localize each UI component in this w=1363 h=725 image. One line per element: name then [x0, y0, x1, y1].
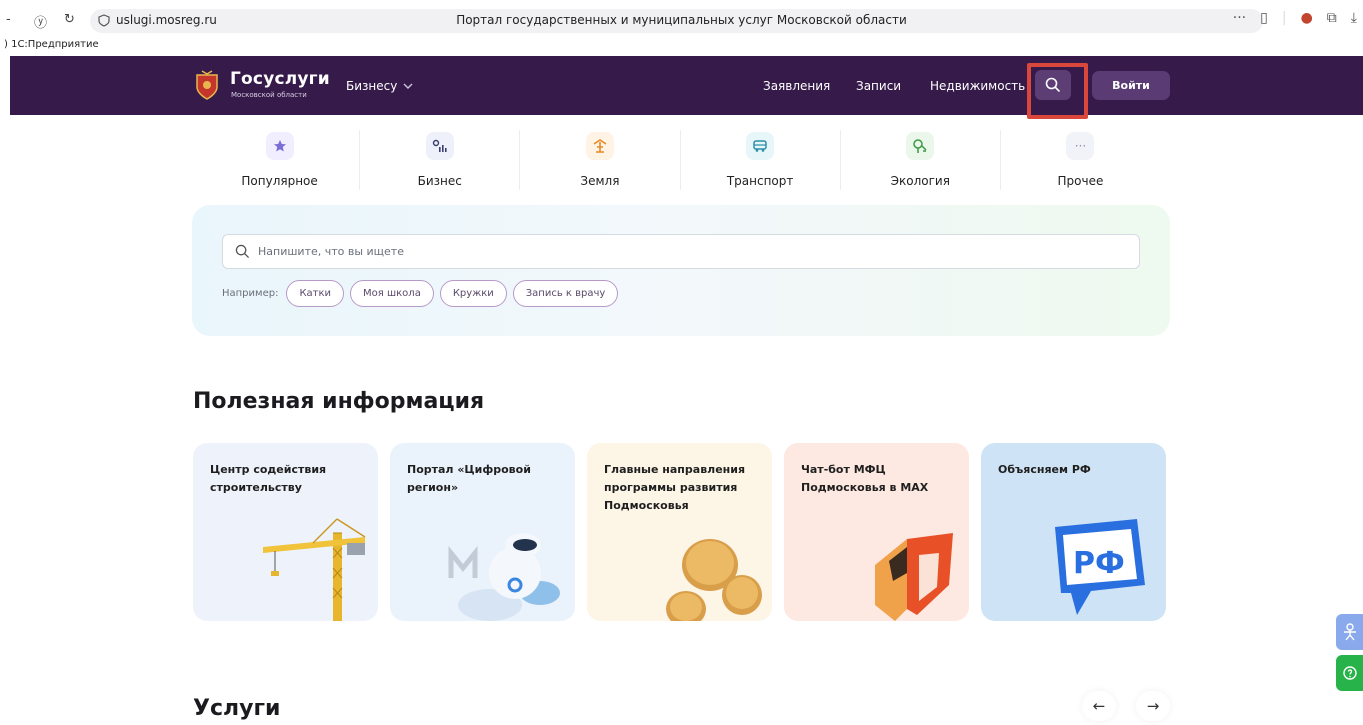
example-chip[interactable]: Катки	[286, 280, 345, 307]
category-transport[interactable]: Транспорт	[681, 130, 841, 190]
address-bar[interactable]	[90, 9, 1263, 33]
logo-subtitle: Московской области	[231, 91, 307, 99]
example-chip[interactable]: Моя школа	[350, 280, 434, 307]
back-button[interactable]: -	[6, 12, 11, 27]
download-icon[interactable]: ⤓	[1351, 10, 1357, 26]
login-button[interactable]: Войти	[1092, 71, 1170, 100]
carousel-prev-button[interactable]: ←	[1082, 691, 1116, 721]
header-search-button[interactable]	[1035, 70, 1071, 100]
category-label: Прочее	[1057, 174, 1104, 188]
category-label: Земля	[580, 174, 620, 188]
section-title-services: Услуги	[193, 696, 281, 721]
land-icon	[585, 132, 614, 160]
info-cards: Центр содействия строительству Портал «Ц…	[193, 443, 1166, 621]
svg-text:РФ: РФ	[1073, 546, 1125, 581]
profile-icon[interactable]: ●	[1301, 10, 1313, 26]
search-input[interactable]	[258, 245, 1138, 258]
info-card-mfc-chatbot[interactable]: Чат-бот МФЦ Подмосковья в MAX	[784, 443, 969, 621]
mfc-logo-icon	[875, 533, 953, 621]
accessibility-icon	[1343, 623, 1356, 641]
support-chat-button[interactable]	[1336, 655, 1363, 691]
bookmarks-bar: ) 1С:Предприятие	[0, 38, 1363, 54]
info-card-construction[interactable]: Центр содействия строительству	[193, 443, 378, 621]
info-card-explaining-rf[interactable]: Объясняем РФ РФ	[981, 443, 1166, 621]
card-title: Портал «Цифровой регион»	[407, 463, 531, 494]
crane-icon	[263, 518, 366, 621]
category-ecology[interactable]: Экология	[841, 130, 1001, 190]
carousel-next-button[interactable]: →	[1136, 691, 1170, 721]
info-card-development-program[interactable]: Главные направления программы развития П…	[587, 443, 772, 621]
star-icon	[265, 132, 294, 160]
more-icon[interactable]: ···	[1233, 10, 1246, 26]
extensions-icon[interactable]: ⧉	[1327, 10, 1337, 26]
coins-icon	[666, 539, 762, 621]
card-title: Главные направления программы развития П…	[604, 463, 746, 512]
nav-applications[interactable]: Заявления	[763, 79, 830, 93]
example-chip[interactable]: Запись к врачу	[512, 280, 619, 307]
card-title: Центр содействия строительству	[210, 463, 327, 494]
category-label: Популярное	[241, 174, 318, 188]
business-dropdown[interactable]: Бизнесу	[346, 79, 413, 93]
shield-icon	[98, 14, 110, 27]
browser-logo-icon[interactable]: ⓨ	[34, 12, 47, 31]
category-label: Транспорт	[726, 174, 794, 188]
tree-icon	[906, 132, 935, 160]
search-field[interactable]	[222, 234, 1140, 269]
category-label: Бизнес	[417, 174, 462, 188]
search-icon	[235, 244, 250, 259]
category-other[interactable]: ··· Прочее	[1001, 130, 1160, 190]
url-text[interactable]: uslugi.mosreg.ru	[116, 13, 217, 27]
nav-appointments[interactable]: Записи	[856, 79, 901, 93]
category-business[interactable]: Бизнес	[360, 130, 521, 190]
section-title-info: Полезная информация	[193, 389, 485, 414]
card-title: Чат-бот МФЦ Подмосковья в MAX	[801, 463, 929, 494]
example-chip[interactable]: Кружки	[439, 280, 507, 307]
robot-icon	[448, 533, 560, 621]
category-land[interactable]: Земля	[520, 130, 681, 190]
category-popular[interactable]: Популярное	[200, 130, 361, 190]
rf-badge-icon: РФ	[1055, 519, 1145, 615]
info-card-digital-region[interactable]: Портал «Цифровой регион»	[390, 443, 575, 621]
nav-real-estate[interactable]: Недвижимость	[930, 79, 1025, 93]
category-label: Экология	[890, 174, 950, 188]
search-icon	[1045, 77, 1061, 93]
search-panel: Например: Катки Моя школа Кружки Запись …	[192, 205, 1170, 336]
card-title: Объясняем РФ	[998, 463, 1091, 476]
reload-icon[interactable]: ↻	[64, 12, 75, 27]
accessibility-button[interactable]	[1336, 614, 1363, 650]
business-chart-icon	[425, 132, 454, 160]
site-header: Госуслуги Московской области Бизнесу Зая…	[10, 56, 1363, 119]
logo-title[interactable]: Госуслуги	[230, 69, 330, 89]
coat-of-arms-icon[interactable]	[193, 69, 221, 101]
business-label: Бизнесу	[346, 79, 398, 93]
divider: |	[1281, 10, 1287, 26]
more-icon: ···	[1066, 132, 1095, 160]
bus-icon	[746, 132, 775, 160]
search-examples: Например: Катки Моя школа Кружки Запись …	[222, 280, 619, 307]
bookmark-icon[interactable]: ▯	[1260, 10, 1268, 26]
category-row: Популярное Бизнес Земля Транспорт Эколог…	[200, 130, 1160, 190]
examples-label: Например:	[222, 288, 279, 299]
chat-help-icon	[1342, 666, 1357, 680]
chevron-down-icon	[403, 83, 413, 89]
bookmark-item[interactable]: ) 1С:Предприятие	[4, 39, 99, 50]
